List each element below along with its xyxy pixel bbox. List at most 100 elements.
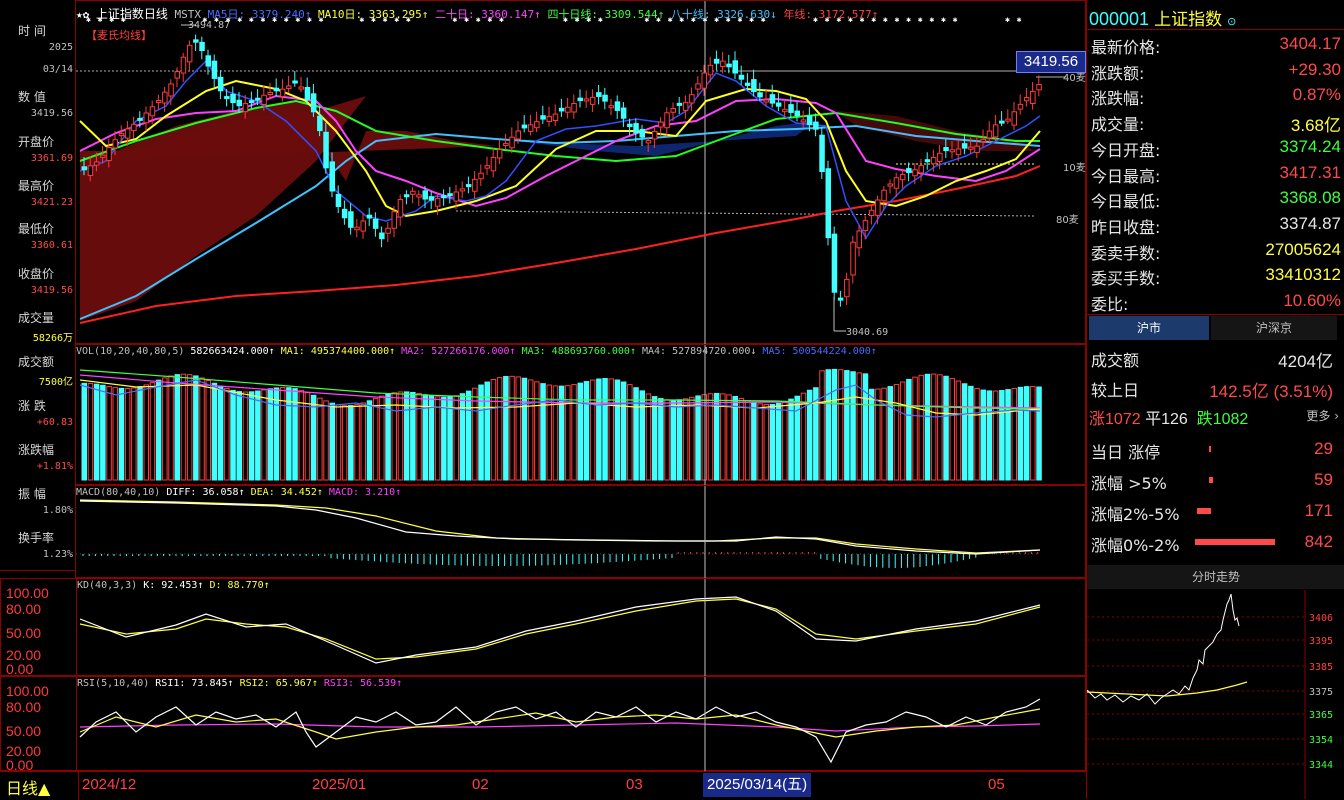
candle (416, 194, 422, 198)
quote-row: 最新价格: 3404.17 (1089, 32, 1341, 57)
candle (286, 85, 292, 89)
volume-bar (509, 375, 515, 481)
more-link[interactable]: 更多 › (1306, 407, 1339, 424)
volume-bar (763, 404, 769, 481)
high-value: 3421.23 (30, 197, 73, 208)
volume-bar (689, 396, 695, 481)
intraday-title[interactable]: 分时走势 (1087, 565, 1344, 589)
candle (366, 214, 373, 219)
rsi-axis: 100.00 80.00 50.00 20.00 0.00 (1, 677, 77, 773)
volume-bar (428, 395, 435, 481)
candle (81, 166, 87, 171)
security-code: 000001 (1089, 9, 1150, 29)
volume-bar (224, 387, 230, 481)
open-value: 3361.69 (30, 153, 73, 164)
quote-row-label: 最新价格: (1091, 38, 1161, 57)
kd-pane[interactable]: 100.00 80.00 50.00 20.00 0.00 KD(40,3,3)… (0, 578, 1086, 677)
volume-bar (682, 398, 689, 481)
volume-bar (1036, 386, 1042, 481)
date-tick-1: 2024/12 (82, 776, 137, 793)
volume-bar (441, 396, 447, 481)
period-mode-button[interactable]: 日线▲ (6, 775, 50, 799)
intraday-tick-3: 3385 (1309, 662, 1333, 673)
volume-bar (825, 369, 831, 481)
volume-bar (211, 382, 218, 481)
gt5-bar (1209, 477, 1213, 483)
volume-bar (459, 393, 466, 481)
candle (707, 64, 714, 76)
signal-markers: ✱ ✱ ✱ ✱ ✱ ✱ ✱ ✱ ✱ ✱ ✱ ✱ ✱ ✱ ✱ ✱ ✱ ✱ ✱ ✱ … (86, 15, 1026, 23)
candle (391, 211, 397, 229)
volume-bar (968, 385, 974, 481)
candle (670, 108, 676, 113)
candle (534, 121, 540, 129)
rsi-pane[interactable]: 100.00 80.00 50.00 20.00 0.00 RSI(5,10,4… (0, 676, 1086, 773)
candle (341, 208, 348, 219)
volume-bar (992, 390, 999, 481)
volume-bar (81, 382, 87, 481)
limit-up-bar (1209, 446, 1211, 452)
quote-row: 委买手数: 33410312 (1089, 263, 1341, 288)
volume-bar (999, 390, 1005, 481)
tab-all-markets[interactable]: 沪深京 (1211, 316, 1337, 340)
tab-shanghai[interactable]: 沪市 (1089, 316, 1209, 340)
candle (893, 177, 900, 189)
volume-bar (143, 384, 149, 481)
candle (186, 44, 193, 63)
candle (980, 138, 986, 143)
quote-row: 涨跌额: +29.30 (1089, 58, 1341, 83)
volume-bar (472, 387, 478, 481)
candle (540, 115, 546, 120)
quote-row-label: 成交量: (1091, 115, 1145, 135)
candle (124, 128, 131, 139)
candle (279, 88, 286, 97)
volume-bar (744, 400, 751, 481)
candle (1005, 118, 1011, 122)
candle (633, 123, 639, 134)
volume-bar (620, 381, 627, 481)
candle (1011, 111, 1017, 126)
candle (949, 149, 955, 153)
decline-label: 跌 (1196, 409, 1213, 428)
candle (577, 97, 583, 101)
candle (552, 113, 559, 122)
candle (112, 139, 118, 149)
volume-bar (317, 397, 323, 481)
candle (930, 156, 937, 165)
volume-bar (701, 394, 707, 481)
rsi-chart (79, 677, 1041, 772)
price-chart-pane[interactable]: ★✿ 上证指数日线 MSTX MA5日: 3379.240↑ MA10日: 33… (75, 0, 1086, 345)
volume-bar (261, 389, 267, 481)
candle (850, 241, 856, 276)
volume-bar (924, 373, 931, 481)
date-axis-bar[interactable]: 日线▲ 2024/12 2025/01 02 03 2025/03/14(五) … (0, 771, 1086, 800)
info-icon[interactable]: ⊙ (1227, 16, 1236, 28)
limit-up-label: 当日 涨停 (1091, 443, 1161, 462)
volume-bar (341, 405, 348, 481)
candle (230, 93, 236, 104)
quote-row-value: 10.60% (1283, 291, 1341, 310)
candle (744, 82, 751, 86)
r02-value: 842 (1304, 532, 1333, 551)
candle (844, 278, 850, 298)
macd-pane[interactable]: MACD(80,40,10) DIFF: 36.058↑ DEA: 34.452… (75, 485, 1086, 579)
volume-bar (273, 387, 280, 481)
candle (546, 116, 552, 122)
candle (1036, 84, 1042, 91)
volume-pane[interactable]: VOL(10,20,40,80,5) 582663424.000↑ MA1: 4… (75, 344, 1086, 486)
candle (968, 146, 974, 150)
volume-bar (366, 400, 373, 481)
candle (465, 184, 472, 188)
candle (199, 41, 205, 52)
candle (397, 199, 404, 218)
kd-axis: 100.00 80.00 50.00 20.00 0.00 (1, 579, 77, 677)
macd-chart (76, 486, 1041, 579)
candle (819, 134, 825, 173)
quote-row-value: 3374.24 (1279, 136, 1341, 156)
candle (596, 92, 602, 97)
volume-bar (974, 388, 980, 481)
value-label: 数 值 (18, 90, 46, 104)
quote-row: 今日开盘: 3374.24 (1089, 135, 1341, 160)
volume-bar (583, 381, 590, 481)
quote-row-label: 委比: (1091, 295, 1129, 314)
